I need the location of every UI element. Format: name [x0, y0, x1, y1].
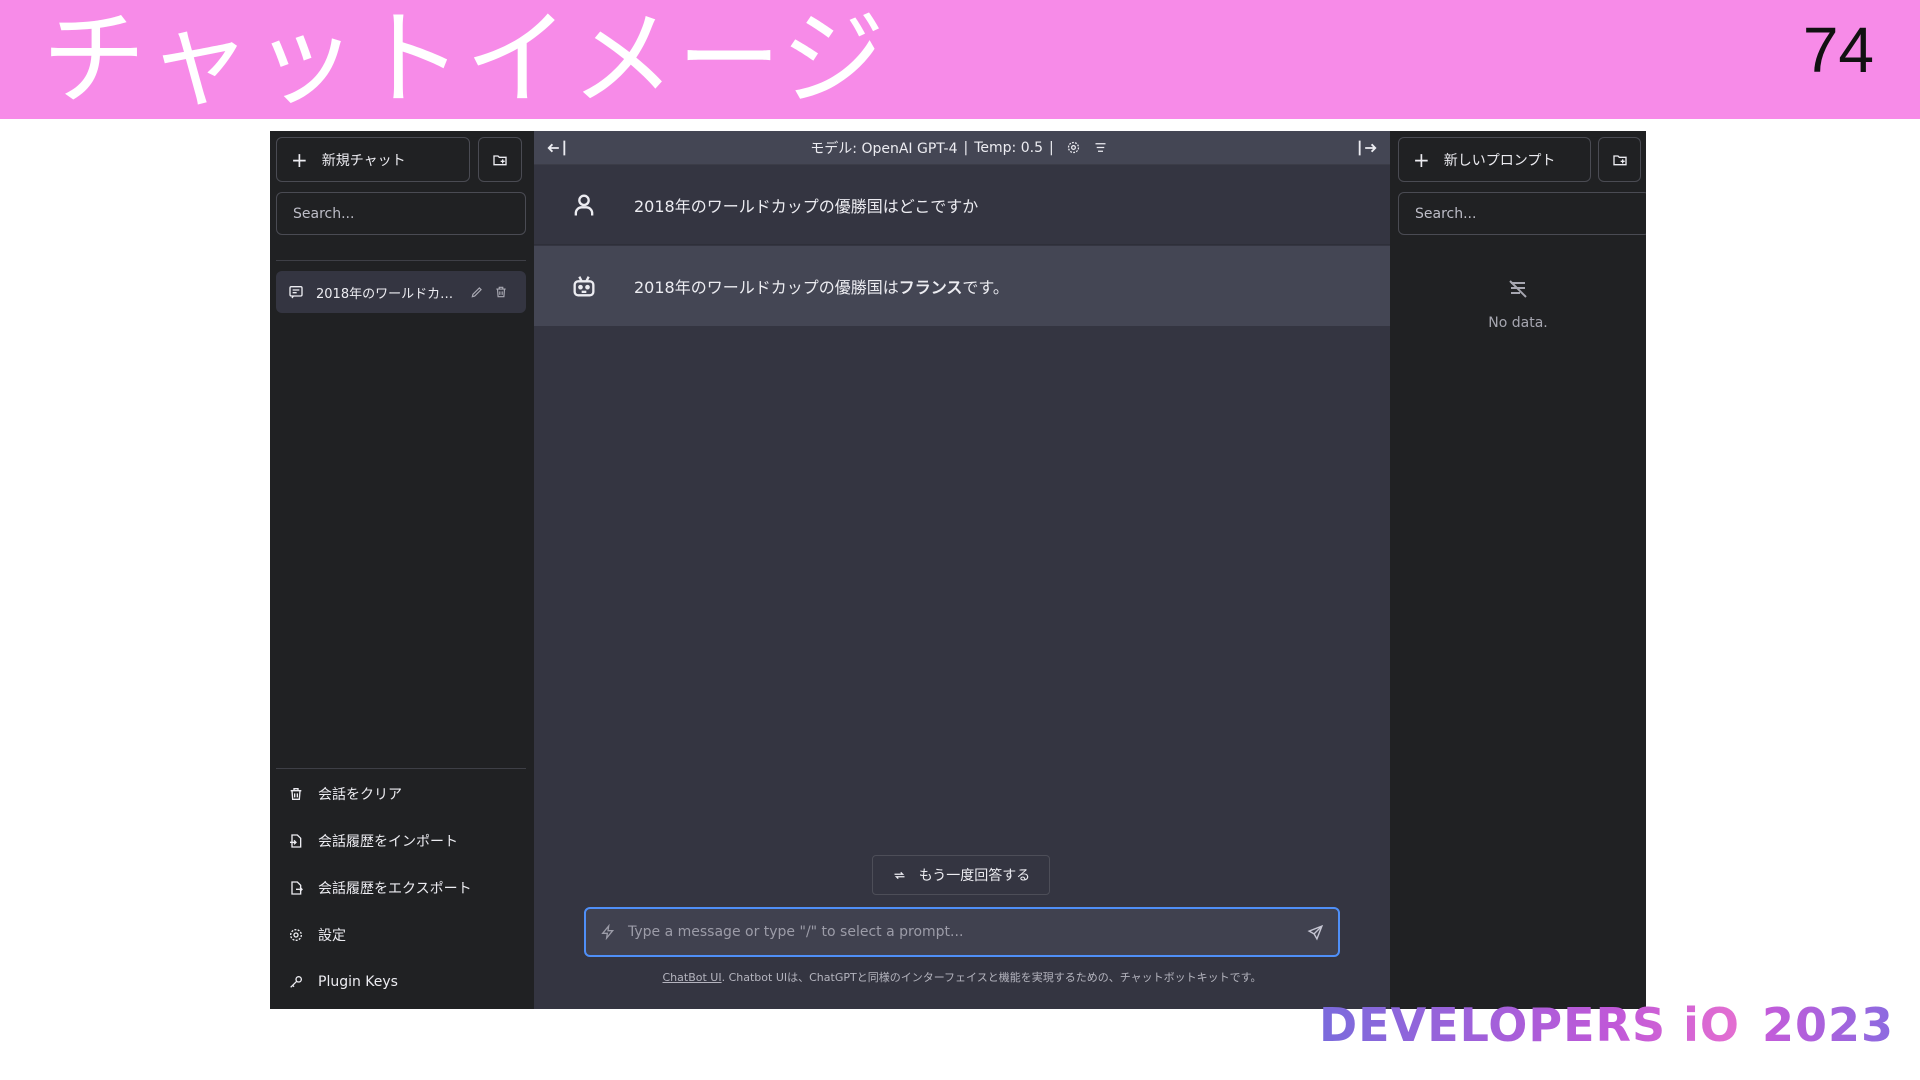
slide-page-number: 74 [1802, 14, 1874, 86]
chatbot-app-window: + 新規チャット Search... 2018年のワールドカップの優勝国はどこで… [270, 131, 1646, 1009]
regenerate-label: もう一度回答する [918, 868, 1031, 884]
slide-title: チャットイメージ [42, 0, 887, 120]
empty-state-text: No data. [1488, 315, 1548, 331]
close-right-sidebar-button[interactable] [1356, 137, 1378, 163]
trash-icon [290, 788, 302, 800]
gear-icon [1067, 141, 1079, 154]
conversation-search-input[interactable]: Search... [276, 192, 526, 235]
user-avatar [534, 191, 634, 219]
no-data-icon [1509, 280, 1527, 298]
footer-note: ChatBot UI. Chatbot UIは、ChatGPTと同様のインターフ… [534, 969, 1390, 985]
clear-conversations-label: 会話をクリア [318, 787, 402, 803]
send-icon [1307, 924, 1324, 941]
plus-icon: + [291, 147, 308, 172]
new-prompt-button[interactable]: + 新しいプロンプト [1398, 137, 1591, 182]
separator: | [963, 139, 969, 156]
chat-panel: モデル: OpenAI GPT-4 | Temp: 0.5 | 2018年のワー… [534, 131, 1390, 1009]
trash-icon [496, 286, 506, 298]
settings-label: 設定 [318, 928, 346, 944]
clear-conversations-button[interactable]: 会話をクリア [276, 774, 526, 814]
arrow-left-bar-icon [547, 140, 566, 156]
logo-year: 2023 [1761, 998, 1894, 1052]
file-export-icon [291, 881, 303, 895]
close-left-sidebar-button[interactable] [546, 137, 568, 163]
refresh-icon [894, 871, 905, 879]
folder-plus-icon [493, 154, 507, 165]
import-history-label: 会話履歴をインポート [318, 834, 458, 850]
clear-all-icon [1095, 143, 1106, 152]
sidebar-divider [276, 260, 526, 261]
message-input[interactable]: Type a message or type "/" to select a p… [584, 907, 1340, 957]
gear-icon [290, 929, 302, 941]
regenerate-button[interactable]: もう一度回答する [872, 855, 1050, 895]
user-message: 2018年のワールドカップの優勝国はどこですか [534, 165, 1390, 245]
answer-prefix: 2018年のワールドカップの優勝国は [634, 278, 899, 297]
conversation-title: 2018年のワールドカップの優勝国はどこですか [316, 286, 460, 302]
conversation-item[interactable]: 2018年のワールドカップの優勝国はどこですか [276, 271, 526, 313]
new-prompt-label: 新しいプロンプト [1443, 152, 1556, 169]
folder-plus-icon [1612, 154, 1627, 165]
plugin-keys-button[interactable]: Plugin Keys [276, 962, 526, 1002]
temperature-label: Temp: 0.5 [974, 139, 1043, 156]
conversation-sidebar: + 新規チャット Search... 2018年のワールドカップの優勝国はどこで… [270, 131, 534, 1009]
chat-topbar: モデル: OpenAI GPT-4 | Temp: 0.5 | [534, 131, 1390, 165]
developers-io-logo: DEVELOPERS iO 2023 [1319, 998, 1894, 1052]
robot-icon [573, 276, 595, 297]
key-icon [290, 976, 302, 988]
prompt-sidebar: + 新しいプロンプト Search... No data. [1390, 131, 1646, 1009]
new-prompt-folder-button[interactable] [1598, 137, 1641, 182]
answer-highlight: フランス [898, 278, 963, 297]
bot-avatar [534, 272, 634, 300]
send-button[interactable] [1307, 924, 1324, 941]
message-input-placeholder: Type a message or type "/" to select a p… [628, 924, 964, 940]
assistant-message-text: 2018年のワールドカップの優勝国はフランスです。 [634, 274, 1009, 298]
plus-icon: + [1413, 147, 1430, 172]
export-history-label: 会話履歴をエクスポート [318, 881, 472, 897]
settings-button[interactable]: 設定 [276, 915, 526, 955]
edit-conversation-button[interactable] [470, 285, 484, 299]
file-import-icon [290, 834, 302, 848]
clear-chat-button[interactable] [1093, 140, 1108, 155]
plugin-keys-label: Plugin Keys [318, 974, 398, 990]
separator: | [1048, 139, 1054, 156]
delete-conversation-button[interactable] [494, 285, 508, 299]
answer-suffix: です。 [962, 278, 1009, 297]
pencil-icon [471, 287, 482, 298]
bolt-icon [601, 924, 615, 940]
new-chat-label: 新規チャット [321, 152, 406, 169]
prompt-search-input[interactable]: Search... [1398, 192, 1646, 235]
chat-settings-button[interactable] [1066, 140, 1081, 155]
export-history-button[interactable]: 会話履歴をエクスポート [276, 868, 526, 908]
user-message-text: 2018年のワールドカップの優勝国はどこですか [634, 196, 979, 216]
model-info: モデル: OpenAI GPT-4 | Temp: 0.5 | [810, 138, 1113, 158]
arrow-right-bar-icon [1358, 140, 1377, 156]
import-history-button[interactable]: 会話履歴をインポート [276, 821, 526, 861]
new-folder-button[interactable] [478, 137, 522, 182]
assistant-message: 2018年のワールドカップの優勝国はフランスです。 [534, 246, 1390, 326]
footer-text: . Chatbot UIは、ChatGPTと同様のインターフェイスと機能を実現す… [721, 971, 1262, 984]
user-icon [574, 194, 594, 215]
sidebar-bottom-divider [276, 768, 526, 769]
slide-header: チャットイメージ 74 [0, 0, 1920, 119]
chatbot-ui-link[interactable]: ChatBot UI [663, 971, 722, 984]
empty-state: No data. [1390, 277, 1646, 331]
chat-bubble-icon [289, 286, 303, 299]
new-chat-button[interactable]: + 新規チャット [276, 137, 470, 182]
logo-wordmark: DEVELOPERS iO [1318, 998, 1740, 1052]
model-label: モデル: OpenAI GPT-4 [810, 140, 958, 157]
